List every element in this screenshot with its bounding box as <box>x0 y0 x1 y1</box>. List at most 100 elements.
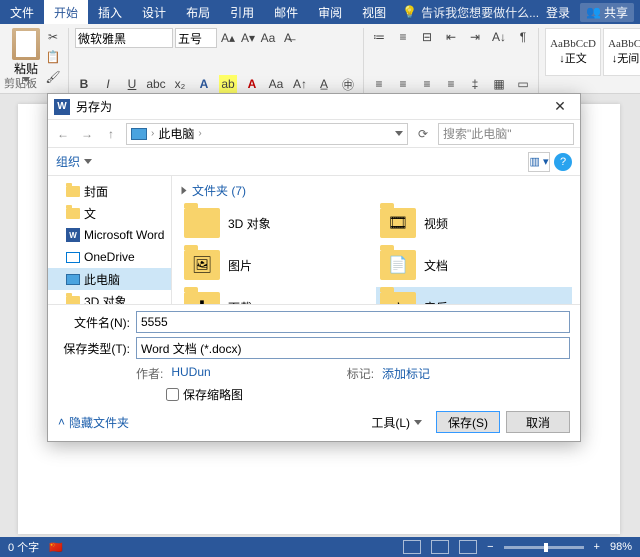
view-options-button[interactable]: ▥ ▾ <box>528 152 550 172</box>
tree-item[interactable]: 此电脑 <box>48 268 171 290</box>
breadcrumb-item[interactable]: 此电脑 <box>158 125 194 142</box>
enclose-circle-button[interactable]: ㊥ <box>339 75 357 93</box>
italic-button[interactable]: I <box>99 75 117 93</box>
bullets-button[interactable]: ≔ <box>370 28 388 46</box>
grow-font-button[interactable]: A▴ <box>219 29 237 47</box>
shading-button[interactable]: ▦ <box>490 75 508 93</box>
style-no-spacing[interactable]: AaBbCcD ↓无间隔 <box>603 28 640 76</box>
bold-button[interactable]: B <box>75 75 93 93</box>
underline-button[interactable]: U <box>123 75 141 93</box>
font-color-button[interactable]: A <box>243 75 261 93</box>
char-border-button[interactable]: A̲ <box>315 75 333 93</box>
folder-item[interactable]: 🖼图片 <box>180 245 376 285</box>
enclose-button[interactable]: A↑ <box>291 75 309 93</box>
close-button[interactable]: ✕ <box>546 97 574 117</box>
zoom-in-button[interactable]: + <box>594 541 600 553</box>
tab-file[interactable]: 文件 <box>0 0 44 24</box>
folder-item[interactable]: ⬇下载 <box>180 287 376 304</box>
web-layout-button[interactable] <box>459 540 477 554</box>
tab-home[interactable]: 开始 <box>44 0 88 24</box>
folder-item[interactable]: ♪音乐 <box>376 287 572 304</box>
sort-button[interactable]: A↓ <box>490 28 508 46</box>
search-placeholder: 搜索"此电脑" <box>443 125 512 142</box>
line-spacing-button[interactable]: ‡ <box>466 75 484 93</box>
zoom-slider[interactable] <box>504 546 584 549</box>
folder-item[interactable]: 🎞视频 <box>376 203 572 243</box>
show-marks-button[interactable]: ¶ <box>514 28 532 46</box>
organize-menu[interactable]: 组织 <box>56 153 80 170</box>
nav-forward-button[interactable]: → <box>78 125 96 143</box>
tab-view[interactable]: 视图 <box>352 0 396 24</box>
word-count[interactable]: 0 个字 <box>8 539 39 555</box>
tree-item[interactable]: 封面 <box>48 180 171 202</box>
zoom-out-button[interactable]: − <box>487 541 493 553</box>
increase-indent-button[interactable]: ⇥ <box>466 28 484 46</box>
style-normal[interactable]: AaBbCcD ↓正文 <box>545 28 601 76</box>
tools-menu[interactable]: 工具(L) <box>363 411 430 433</box>
align-left-button[interactable]: ≡ <box>370 75 388 93</box>
multilevel-button[interactable]: ⊟ <box>418 28 436 46</box>
chevron-down-icon[interactable] <box>395 131 403 136</box>
tab-layout[interactable]: 布局 <box>176 0 220 24</box>
tab-design[interactable]: 设计 <box>132 0 176 24</box>
hide-folders-link[interactable]: ˄ 隐藏文件夹 <box>58 414 129 431</box>
subscript-button[interactable]: x₂ <box>171 75 189 93</box>
read-mode-button[interactable] <box>403 540 421 554</box>
font-size-select[interactable] <box>175 28 217 48</box>
phonetic-button[interactable]: Aa <box>267 75 285 93</box>
folder-item[interactable]: 📄文档 <box>376 245 572 285</box>
clear-format-button[interactable]: A̶ <box>279 29 297 47</box>
breadcrumb[interactable]: › 此电脑 › <box>126 123 408 145</box>
nav-up-button[interactable]: ↑ <box>102 125 120 143</box>
justify-button[interactable]: ≡ <box>442 75 460 93</box>
tree-item[interactable]: 文 <box>48 202 171 224</box>
tree-item[interactable]: OneDrive <box>48 246 171 268</box>
dialog-toolbar: 组织 ▥ ▾ ? <box>48 148 580 176</box>
chevron-right-icon: › <box>198 128 201 139</box>
language-button[interactable]: 🇨🇳 <box>49 541 63 554</box>
shrink-font-button[interactable]: A▾ <box>239 29 257 47</box>
refresh-button[interactable]: ⟳ <box>414 125 432 143</box>
save-button[interactable]: 保存(S) <box>436 411 500 433</box>
zoom-value[interactable]: 98% <box>610 541 632 553</box>
login-link[interactable]: 登录 <box>546 4 570 21</box>
tab-review[interactable]: 审阅 <box>308 0 352 24</box>
ribbon-tabs: 文件 开始 插入 设计 布局 引用 邮件 审阅 视图 💡 告诉我您想要做什么..… <box>0 0 640 24</box>
strike-button[interactable]: abc <box>147 75 165 93</box>
numbering-button[interactable]: ≡ <box>394 28 412 46</box>
copy-button[interactable]: 📋 <box>44 48 62 66</box>
tree-item[interactable]: WMicrosoft Word <box>48 224 171 246</box>
search-input[interactable]: 搜索"此电脑" <box>438 123 574 145</box>
section-header[interactable]: 文件夹 (7) <box>180 182 572 199</box>
tags-value[interactable]: 添加标记 <box>382 365 430 382</box>
tab-references[interactable]: 引用 <box>220 0 264 24</box>
tell-me[interactable]: 💡 告诉我您想要做什么... <box>402 4 539 21</box>
print-layout-button[interactable] <box>431 540 449 554</box>
align-center-button[interactable]: ≡ <box>394 75 412 93</box>
share-icon: 👥 <box>586 5 601 19</box>
text-effects-button[interactable]: A <box>195 75 213 93</box>
cancel-button[interactable]: 取消 <box>506 411 570 433</box>
decrease-indent-button[interactable]: ⇤ <box>442 28 460 46</box>
folder-icon: ♪ <box>380 292 416 304</box>
font-name-select[interactable] <box>75 28 173 48</box>
filename-input[interactable] <box>136 311 570 333</box>
share-button[interactable]: 👥 共享 <box>580 3 634 22</box>
author-value[interactable]: HUDun <box>171 365 210 382</box>
nav-back-button[interactable]: ← <box>54 125 72 143</box>
cut-button[interactable]: ✂ <box>44 28 62 46</box>
align-right-button[interactable]: ≡ <box>418 75 436 93</box>
save-thumbnail-checkbox[interactable] <box>166 388 179 401</box>
help-button[interactable]: ? <box>554 153 572 171</box>
tree-item[interactable]: 3D 对象 <box>48 290 171 304</box>
borders-button[interactable]: ▭ <box>514 75 532 93</box>
change-case-button[interactable]: Aa <box>259 29 277 47</box>
format-painter-button[interactable]: 🖌 <box>44 68 62 86</box>
highlight-button[interactable]: ab <box>219 75 237 93</box>
filetype-select[interactable] <box>136 337 570 359</box>
tab-insert[interactable]: 插入 <box>88 0 132 24</box>
styles-gallery[interactable]: AaBbCcD ↓正文 AaBbCcD ↓无间隔 AaB 标题 1 <box>545 28 640 76</box>
chevron-down-icon <box>84 159 92 164</box>
tab-mail[interactable]: 邮件 <box>264 0 308 24</box>
folder-item[interactable]: 3D 对象 <box>180 203 376 243</box>
